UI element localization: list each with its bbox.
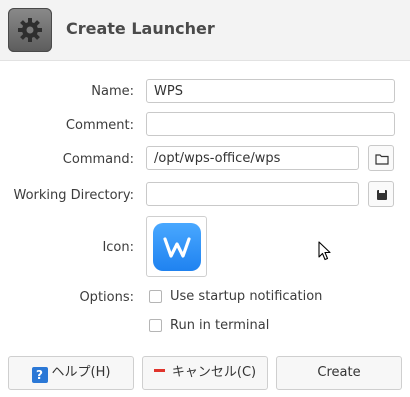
- minus-icon: [153, 369, 165, 372]
- working-directory-field[interactable]: [146, 182, 359, 206]
- icon-select-button[interactable]: [146, 216, 207, 277]
- command-label: Command:: [62, 152, 134, 167]
- help-icon: ?: [31, 367, 48, 383]
- options-label: Options:: [79, 290, 134, 305]
- run-in-terminal-checkbox[interactable]: [149, 319, 162, 332]
- gear-icon: [8, 8, 52, 52]
- working-directory-label: Working Directory:: [13, 188, 134, 203]
- wps-office-icon: [153, 223, 201, 271]
- dialog-title: Create Launcher: [66, 19, 215, 38]
- create-button-label: Create: [317, 365, 361, 380]
- icon-label: Icon:: [102, 240, 134, 255]
- comment-field[interactable]: [146, 112, 395, 136]
- cancel-button-label: キャンセル(C): [171, 365, 257, 380]
- help-button[interactable]: ? ヘルプ(H): [8, 356, 134, 390]
- name-field[interactable]: [146, 79, 395, 103]
- dialog-header: Create Launcher: [0, 0, 410, 61]
- run-in-terminal-label[interactable]: Run in terminal: [170, 318, 269, 333]
- help-button-label: ヘルプ(H): [51, 365, 111, 380]
- command-browse-button[interactable]: [368, 145, 394, 171]
- startup-notification-checkbox[interactable]: [149, 290, 162, 303]
- name-label: Name:: [91, 84, 134, 99]
- mouse-cursor-icon: [318, 241, 331, 261]
- folder-filled-icon: [377, 190, 387, 200]
- working-directory-browse-button[interactable]: [368, 181, 394, 207]
- cancel-button[interactable]: キャンセル(C): [142, 356, 268, 390]
- folder-icon: [375, 154, 389, 165]
- startup-notification-label[interactable]: Use startup notification: [170, 289, 322, 304]
- comment-label: Comment:: [65, 118, 134, 133]
- command-field[interactable]: [146, 146, 359, 170]
- create-button[interactable]: Create: [276, 356, 402, 390]
